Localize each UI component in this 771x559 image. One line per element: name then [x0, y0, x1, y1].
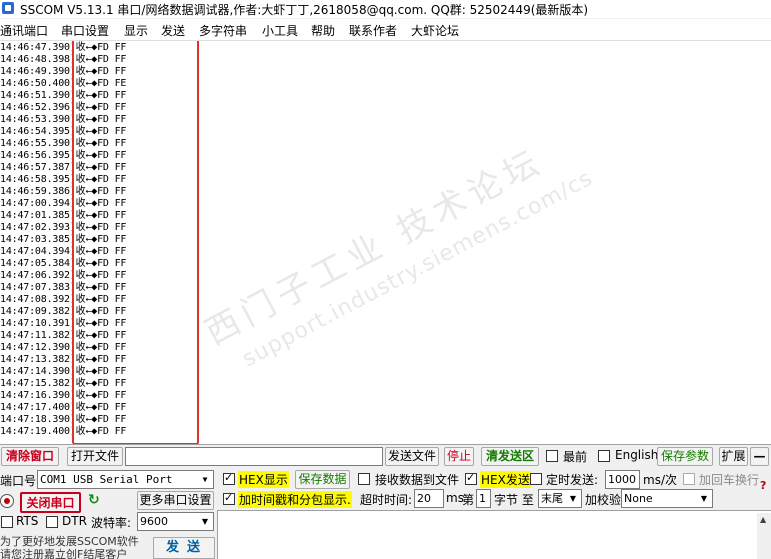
promo-text: 为了更好地发展SSCOM软件 请您注册嘉立创F结尾客户	[0, 535, 152, 559]
english-label: English	[615, 448, 659, 462]
rts-checkbox[interactable]	[1, 516, 13, 528]
timeout-input[interactable]: 20	[414, 489, 444, 508]
file-path-input[interactable]	[125, 447, 383, 466]
end-position-value: 末尾	[541, 492, 563, 505]
help-question-icon[interactable]: ?	[760, 479, 766, 492]
topmost-label: 最前	[563, 450, 588, 464]
refresh-icon[interactable]: ↻	[88, 492, 100, 508]
send-input-area[interactable]	[217, 510, 771, 559]
clear-send-area-button[interactable]: 清发送区	[481, 447, 539, 466]
menu-help[interactable]: 帮助	[311, 22, 335, 39]
baud-select[interactable]: 9600 ▼	[137, 512, 214, 531]
clear-window-button[interactable]: 清除窗口	[1, 447, 59, 466]
dtr-checkbox[interactable]	[46, 516, 58, 528]
topmost-checkbox[interactable]	[546, 450, 558, 462]
promo-line1: 为了更好地发展SSCOM软件	[0, 535, 139, 548]
nth-byte-input[interactable]: 1	[476, 489, 491, 508]
stop-button[interactable]: 停止	[444, 447, 474, 466]
menu-display[interactable]: 显示	[124, 22, 148, 39]
hex-display-label: HEX显示	[238, 471, 289, 488]
timestamp-checkbox[interactable]	[223, 491, 235, 505]
port-label: 端口号	[0, 474, 37, 488]
save-params-button[interactable]: 保存参数	[657, 447, 713, 466]
checksum-label: 加校验	[585, 493, 622, 507]
menu-serial-settings[interactable]: 串口设置	[61, 22, 109, 39]
watermark: 西门子工业 技术论坛 support.industry.siemens.com/…	[195, 117, 597, 381]
menu-bar: 通讯端口 串口设置 显示 发送 多字符串 小工具 帮助 联系作者 大虾论坛	[0, 19, 771, 41]
add-crlf-label: 加回车换行	[699, 473, 760, 487]
app-icon	[2, 2, 14, 14]
add-crlf-checkbox[interactable]	[683, 473, 695, 485]
menu-tools[interactable]: 小工具	[262, 22, 298, 39]
byte-to-label: 字节 至	[494, 493, 534, 507]
recv-to-file-checkbox[interactable]	[358, 473, 370, 485]
more-port-settings-button[interactable]: 更多串口设置	[137, 491, 214, 510]
scroll-up-icon[interactable]: ▲	[760, 515, 766, 524]
highlight-annotation	[72, 41, 199, 444]
promo-line2: 请您注册嘉立创F结尾客户	[0, 548, 128, 559]
expand-button[interactable]: 扩展	[719, 447, 748, 466]
chevron-down-icon: ▼	[569, 494, 577, 503]
english-checkbox[interactable]	[598, 450, 610, 462]
dtr-label: DTR	[62, 514, 87, 528]
rts-label: RTS	[16, 514, 39, 528]
interval-input[interactable]: 1000	[605, 470, 640, 489]
timed-send-checkbox[interactable]	[530, 473, 542, 485]
baud-label: 波特率:	[91, 516, 132, 530]
send-area-scrollbar[interactable]: ▲	[757, 513, 771, 559]
send-file-button[interactable]: 发送文件	[385, 447, 439, 466]
hex-send-checkbox[interactable]	[465, 471, 477, 485]
window-title: SSCOM V5.13.1 串口/网络数据调试器,作者:大虾丁丁,2618058…	[20, 3, 589, 17]
checksum-select[interactable]: None ▼	[621, 489, 713, 508]
chevron-down-icon: ▼	[202, 475, 208, 484]
hex-send-label: HEX发送	[480, 471, 531, 488]
menu-contact-author[interactable]: 联系作者	[349, 22, 397, 39]
send-button[interactable]: 发送	[153, 537, 215, 559]
port-status-indicator-icon	[0, 494, 14, 508]
chevron-down-icon: ▼	[201, 517, 209, 526]
receive-output-area[interactable]: 14:46:47.390]收←◆FD FF 14:46:48.398]收←◆FD …	[0, 41, 771, 445]
nth-label: 第	[462, 493, 475, 507]
baud-select-value: 9600	[140, 515, 168, 528]
menu-comm-port[interactable]: 通讯端口	[0, 22, 48, 39]
close-port-button[interactable]: 关闭串口	[20, 492, 81, 513]
open-file-button[interactable]: 打开文件	[67, 447, 123, 466]
save-data-button[interactable]: 保存数据	[295, 470, 350, 489]
hex-display-checkbox[interactable]	[223, 471, 235, 485]
watermark-line1: 西门子工业 技术论坛	[198, 141, 551, 354]
timeout-label: 超时时间:	[360, 493, 413, 507]
port-select[interactable]: COM1 USB Serial Port ▼	[37, 470, 214, 489]
port-select-value: COM1 USB Serial Port	[40, 473, 173, 486]
chevron-down-icon: ▼	[700, 494, 708, 503]
checksum-select-value: None	[624, 492, 653, 505]
recv-to-file-label: 接收数据到文件	[375, 473, 460, 487]
timed-send-label: 定时发送:	[546, 473, 599, 487]
menu-multi-string[interactable]: 多字符串	[199, 22, 247, 39]
file-toolbar: 清除窗口 打开文件 发送文件 停止 清发送区 最前 English 保存参数 扩…	[0, 446, 771, 467]
menu-send[interactable]: 发送	[161, 22, 185, 39]
collapse-button[interactable]: —	[750, 447, 769, 466]
menu-forum[interactable]: 大虾论坛	[411, 22, 459, 39]
end-position-select[interactable]: 末尾 ▼	[538, 489, 582, 508]
interval-unit-label: ms/次	[643, 473, 677, 487]
timestamp-label: 加时间戳和分包显示.	[238, 491, 352, 508]
watermark-line2: support.industry.siemens.com/cs	[238, 165, 598, 373]
title-bar: SSCOM V5.13.1 串口/网络数据调试器,作者:大虾丁丁,2618058…	[0, 0, 771, 18]
